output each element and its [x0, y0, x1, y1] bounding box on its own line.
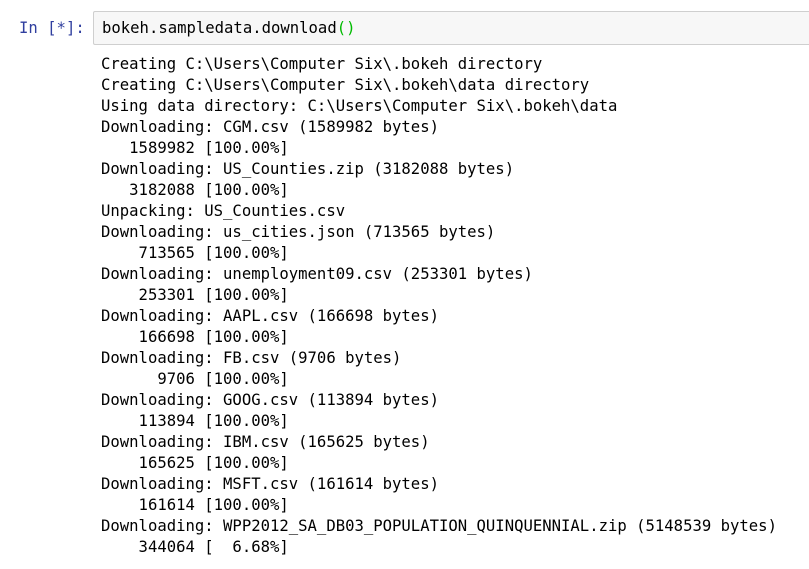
output-line: Downloading: GOOG.csv (113894 bytes) — [101, 391, 439, 409]
code-text: bokeh.sampledata.download — [102, 19, 337, 37]
output-line: 253301 [100.00%] — [101, 286, 289, 304]
output-line: Downloading: AAPL.csv (166698 bytes) — [101, 307, 439, 325]
output-line: Creating C:\Users\Computer Six\.bokeh\da… — [101, 76, 590, 94]
output-line: 344064 [ 6.68%] — [101, 538, 289, 556]
output-line: Downloading: IBM.csv (165625 bytes) — [101, 433, 430, 451]
output-line: Using data directory: C:\Users\Computer … — [101, 97, 618, 115]
output-line: Downloading: US_Counties.zip (3182088 by… — [101, 160, 515, 178]
code-parentheses: () — [336, 19, 356, 37]
output-line: Downloading: CGM.csv (1589982 bytes) — [101, 118, 439, 136]
code-input-area[interactable]: bokeh.sampledata.download() — [93, 11, 809, 45]
output-line: 1589982 [100.00%] — [101, 139, 289, 157]
output-line: 3182088 [100.00%] — [101, 181, 289, 199]
code-editor-line[interactable]: bokeh.sampledata.download() — [102, 17, 356, 39]
output-line: Downloading: unemployment09.csv (253301 … — [101, 265, 533, 283]
output-line: 161614 [100.00%] — [101, 496, 289, 514]
output-line: 9706 [100.00%] — [101, 370, 289, 388]
output-line: Downloading: WPP2012_SA_DB03_POPULATION_… — [101, 517, 777, 535]
output-line: Creating C:\Users\Computer Six\.bokeh di… — [101, 55, 543, 73]
input-prompt: In [*]: — [19, 19, 85, 37]
output-line: 113894 [100.00%] — [101, 412, 289, 430]
output-line: Downloading: us_cities.json (713565 byte… — [101, 223, 496, 241]
output-line: 166698 [100.00%] — [101, 328, 289, 346]
output-line: 165625 [100.00%] — [101, 454, 289, 472]
notebook-code-cell: In [*]: bokeh.sampledata.download() Crea… — [0, 0, 809, 569]
output-line: Downloading: FB.csv (9706 bytes) — [101, 349, 402, 367]
output-line: Unpacking: US_Counties.csv — [101, 202, 346, 220]
output-line: 713565 [100.00%] — [101, 244, 289, 262]
cell-output-area: Creating C:\Users\Computer Six\.bokeh di… — [101, 54, 809, 558]
output-line: Downloading: MSFT.csv (161614 bytes) — [101, 475, 439, 493]
